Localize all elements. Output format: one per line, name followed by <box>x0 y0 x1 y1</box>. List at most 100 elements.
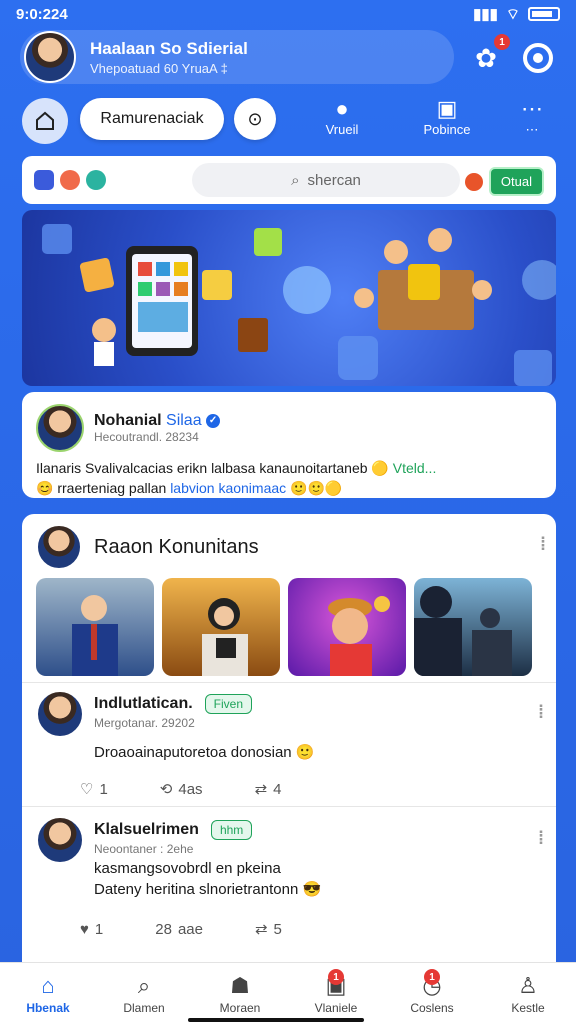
action-button[interactable]: Otual <box>488 167 544 196</box>
like-count: 1 <box>94 920 104 938</box>
feed-text: kasmangsovobrdl en pkeina Dateny heritin… <box>94 858 321 900</box>
nav-link-label: Vrueil <box>325 122 359 137</box>
tab-search[interactable]: ⌕ Dlamen <box>96 963 192 1024</box>
feed-author-name[interactable]: Indlutlatican. <box>94 695 193 713</box>
community-title: Raaon Konunitans <box>94 535 259 558</box>
feed-actions: ♥ 1 28 aae ⇄ 5 <box>80 920 282 939</box>
featured-post[interactable]: Nohanial Silaa ✓ Hecoutrandl. 28234 Ilan… <box>22 392 556 498</box>
avatar[interactable] <box>36 404 84 452</box>
share-count: 4 <box>273 780 282 798</box>
search-input[interactable]: ⌕ shercan <box>192 163 460 197</box>
avatar[interactable] <box>36 524 82 570</box>
feed-text-line: Droaoainaputoretoa donosian <box>94 744 292 761</box>
comment-icon: 28 <box>155 920 172 938</box>
feed-author: Klalsuelrimen hhm <box>94 820 253 840</box>
notification-badge: 1 <box>328 969 344 985</box>
profile-header[interactable]: Haalaan So Sdierial Vhepoatuad 60 YruaA … <box>20 30 454 84</box>
status-bar: 9:0:224 ▮▮▮ ⌔ <box>0 0 576 28</box>
tab-label: Hbenak <box>26 1001 70 1015</box>
emoji-icon[interactable] <box>60 170 80 190</box>
more-options-icon[interactable]: ⁞ <box>540 534 546 555</box>
app-shortcuts <box>34 170 106 190</box>
more-options-icon[interactable]: ⁞ <box>538 702 544 723</box>
search-card: ⌕ shercan Otual <box>22 156 556 204</box>
like-button[interactable]: ♥ 1 <box>80 920 103 938</box>
list-item[interactable]: Klalsuelrimen hhm Neoontaner : 2ehe kasm… <box>36 816 544 956</box>
live-icon[interactable] <box>464 172 483 191</box>
emoji-icon: 😊 <box>36 480 54 496</box>
comment-count: aae <box>177 920 203 938</box>
thumbnail-woman[interactable] <box>162 578 280 676</box>
profile-subtitle: Vhepoatuad 60 YruaA ‡ <box>90 60 228 76</box>
more-button[interactable]: ⋯ ⋯ <box>492 96 572 138</box>
settings-button[interactable] <box>518 38 558 78</box>
post-author-highlight: Silaa <box>166 412 202 429</box>
status-badge: hhm <box>210 820 253 840</box>
tab-library[interactable]: ▣ 1 Vlaniele <box>288 963 384 1024</box>
nav-link-label: Pobince <box>423 122 471 137</box>
like-button[interactable]: ♡ 1 <box>80 780 108 799</box>
comment-button[interactable]: ⟲ 4as <box>160 780 203 799</box>
thumbnail-presenter[interactable] <box>36 578 154 676</box>
post-line-2: rraerteniag pallan <box>57 480 167 496</box>
thumbnail-cartoon[interactable] <box>288 578 406 676</box>
target-icon <box>523 43 553 73</box>
home-button[interactable] <box>22 98 68 144</box>
post-author[interactable]: Nohanial Silaa ✓ <box>94 412 221 430</box>
cartoon-image <box>328 596 390 676</box>
share-icon: ⇄ <box>254 921 268 938</box>
emoji-icons: 🙂🙂🟡 <box>290 480 343 496</box>
tab-account[interactable]: ♙ Kestle <box>480 963 576 1024</box>
clock-button[interactable]: ⊙ <box>234 98 276 140</box>
more-dots: ⋯ <box>525 122 539 137</box>
avatar[interactable] <box>24 31 76 83</box>
thumbnail-audience[interactable] <box>414 578 532 676</box>
nav-link-vrueil[interactable]: ● Vrueil <box>302 96 382 137</box>
nav-link-pobince[interactable]: ▣ Pobince <box>407 96 487 137</box>
feed-meta: Mergotanar. 29202 <box>94 716 195 730</box>
share-button[interactable]: ⇄ 4 <box>254 780 282 799</box>
heart-icon: ♥ <box>80 920 89 938</box>
home-icon: ⌂ <box>41 973 55 998</box>
more-icon: ⋯ <box>521 96 543 121</box>
post-author-name: Nohanial <box>94 412 162 429</box>
globe-icon[interactable] <box>86 170 106 190</box>
post-link[interactable]: Vteld... <box>393 460 437 476</box>
share-icon: ⇄ <box>254 781 268 798</box>
feed-text-line: kasmangsovobrdl en pkeina <box>94 860 281 877</box>
search-icon: ⌕ <box>137 973 151 998</box>
divider <box>22 806 556 807</box>
bottom-nav: ⌂ Hbenak ⌕ Dlamen ☗ Moraen ▣ 1 Vlaniele … <box>0 962 576 1024</box>
post-meta: Hecoutrandl. 28234 <box>94 430 199 444</box>
divider <box>22 682 556 683</box>
facebook-icon[interactable] <box>34 170 54 190</box>
coin-icon: 🟡 <box>371 460 389 476</box>
avatar[interactable] <box>36 816 84 864</box>
user-icon: ☗ <box>230 973 250 998</box>
woman-image <box>202 598 248 676</box>
like-count: 1 <box>99 780 108 798</box>
notifications-button[interactable]: ✿ 1 <box>466 34 510 78</box>
emoji-icon: 😎 <box>302 881 322 898</box>
tab-label: Kestle <box>511 1001 545 1015</box>
post-hashtag[interactable]: labvion kaonimaac <box>170 480 286 496</box>
banner-illustration <box>42 224 556 386</box>
promo-banner[interactable] <box>22 210 556 386</box>
tab-history[interactable]: ◷ 1 Coslens <box>384 963 480 1024</box>
profile-name: Haalaan So Sdierial <box>90 38 248 58</box>
feed-author-name[interactable]: Klalsuelrimen <box>94 821 199 839</box>
presenter-image <box>72 595 118 676</box>
tab-profile[interactable]: ☗ Moraen <box>192 963 288 1024</box>
list-item[interactable]: Indlutlatican. Fiven Mergotanar. 29202 D… <box>36 690 544 818</box>
feed-actions: ♡ 1 ⟲ 4as ⇄ 4 <box>80 780 282 799</box>
community-card: Raaon Konunitans ⁞ Indlutlatican. Fiven … <box>22 514 556 984</box>
tab-home[interactable]: ⌂ Hbenak <box>0 963 96 1024</box>
share-button[interactable]: ⇄ 5 <box>254 920 282 939</box>
comment-button[interactable]: 28 aae <box>155 920 203 938</box>
tab-label: Vlaniele <box>314 1001 358 1015</box>
more-options-icon[interactable]: ⁞ <box>538 828 544 849</box>
comment-count: 4as <box>178 780 203 798</box>
share-count: 5 <box>273 920 282 938</box>
avatar[interactable] <box>36 690 84 738</box>
community-pill-button[interactable]: Ramurenaciak <box>80 98 224 140</box>
